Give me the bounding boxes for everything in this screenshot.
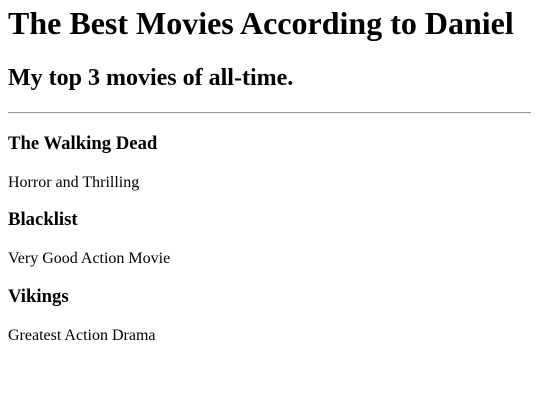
movie-description: Greatest Action Drama xyxy=(8,327,156,344)
movie-title: Vikings xyxy=(8,286,69,307)
page-content: The Best Movies According to Daniel My t… xyxy=(0,0,539,345)
page-subtitle: My top 3 movies of all-time. xyxy=(8,65,294,91)
movie-title: Blacklist xyxy=(8,209,78,230)
movie-list: The Walking Dead Horror and Thrilling Bl… xyxy=(8,114,531,345)
movie-title: The Walking Dead xyxy=(8,133,158,154)
movie-description: Very Good Action Movie xyxy=(8,250,171,267)
movie-description: Horror and Thrilling xyxy=(8,174,140,191)
page-title: The Best Movies According to Daniel xyxy=(8,5,514,41)
